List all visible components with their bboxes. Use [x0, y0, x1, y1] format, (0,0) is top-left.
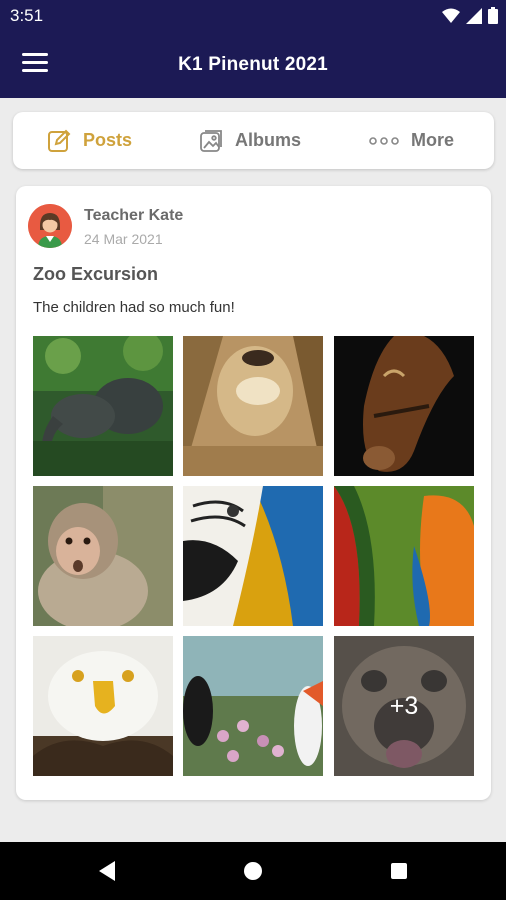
- teacher-avatar-icon: [28, 204, 72, 248]
- edit-icon: [48, 129, 71, 152]
- battery-icon: [488, 7, 498, 24]
- back-icon[interactable]: [93, 856, 123, 886]
- photo-puffins[interactable]: [183, 636, 323, 776]
- signal-icon: [466, 7, 482, 24]
- status-bar: 3:51: [0, 0, 506, 32]
- system-nav-bar: [0, 842, 506, 900]
- photo-macaw[interactable]: [183, 486, 323, 626]
- wifi-icon: [442, 8, 460, 23]
- more-dots-icon: [369, 136, 399, 145]
- recents-icon[interactable]: [384, 856, 414, 886]
- photo-monkey[interactable]: [33, 486, 173, 626]
- app-bar: K1 Pinenut 2021: [0, 32, 506, 98]
- tab-label: Albums: [235, 130, 302, 150]
- photo-elephants[interactable]: [33, 336, 173, 476]
- status-icons: [442, 7, 498, 24]
- tab-label: Posts: [83, 130, 133, 150]
- photo-horse[interactable]: [334, 336, 474, 476]
- photo-eagle[interactable]: [33, 636, 173, 776]
- tab-more[interactable]: More: [369, 112, 454, 169]
- post-card: Teacher Kate 24 Mar 2021 Zoo Excursion T…: [16, 186, 491, 800]
- tab-posts[interactable]: Posts: [47, 112, 132, 169]
- more-photos-count: +3: [334, 636, 474, 776]
- tab-bar: Posts Albums More: [13, 112, 494, 169]
- image-icon: [200, 129, 222, 152]
- tab-label: More: [411, 130, 455, 150]
- photo-pug-more[interactable]: +3: [334, 636, 474, 776]
- photo-parrots[interactable]: [334, 486, 474, 626]
- page-title: K1 Pinenut 2021: [178, 54, 328, 75]
- post-body: The children had so much fun!: [33, 299, 235, 316]
- tab-albums[interactable]: Albums: [199, 112, 301, 169]
- photo-lion[interactable]: [183, 336, 323, 476]
- avatar[interactable]: [28, 204, 72, 248]
- home-icon[interactable]: [238, 856, 268, 886]
- post-author[interactable]: Teacher Kate: [84, 207, 183, 225]
- post-date: 24 Mar 2021: [84, 231, 163, 247]
- post-title: Zoo Excursion: [33, 264, 159, 284]
- status-time: 3:51: [10, 6, 44, 25]
